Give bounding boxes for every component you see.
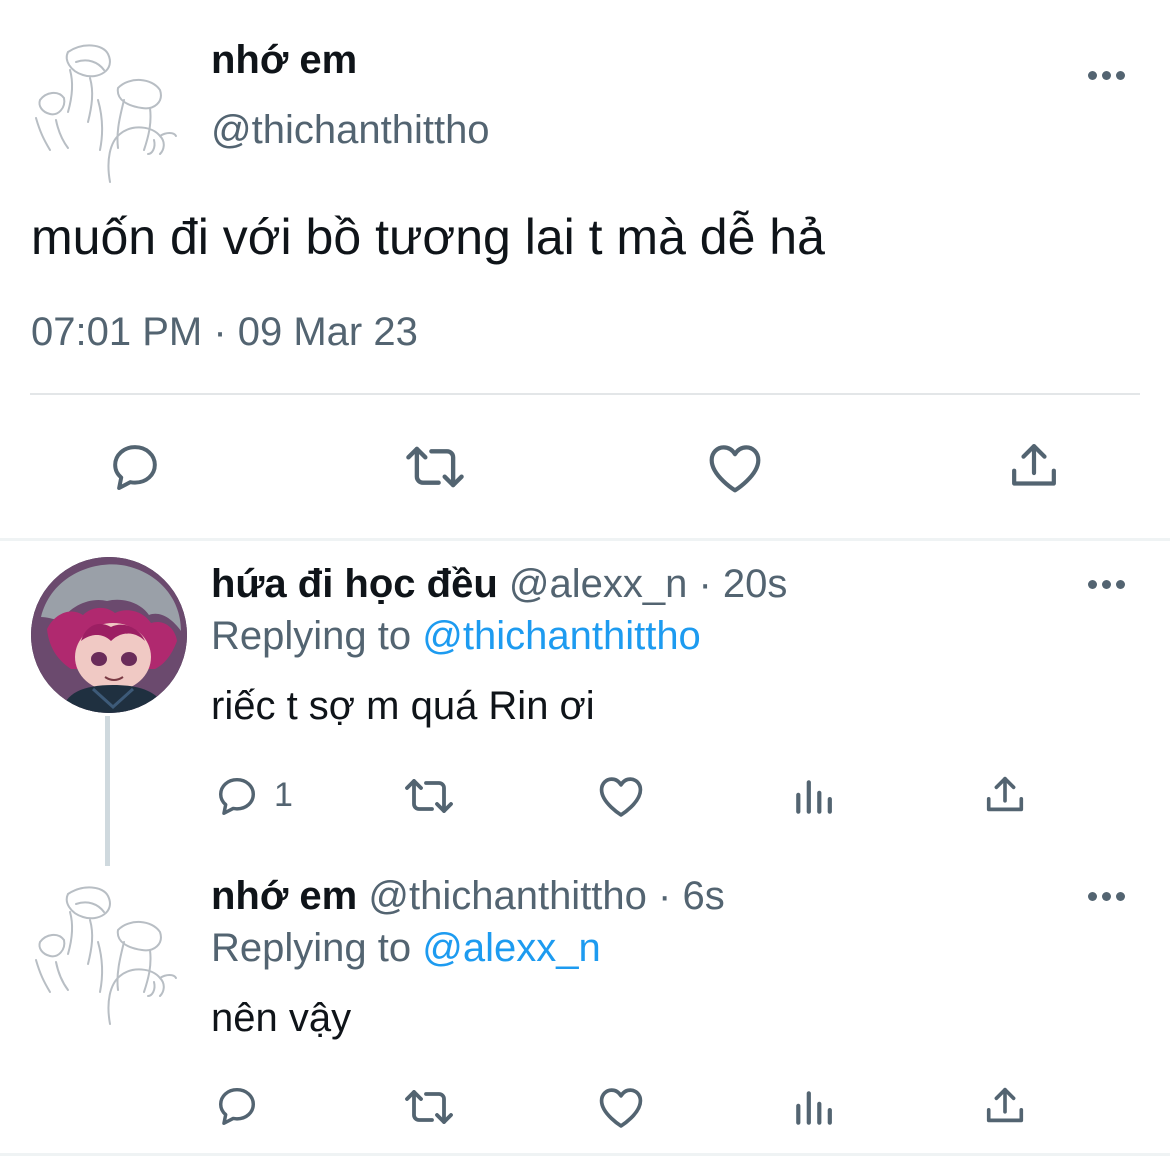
divider <box>30 393 1140 395</box>
reply-icon[interactable] <box>214 773 260 819</box>
like-icon[interactable] <box>596 773 646 818</box>
avatar[interactable] <box>28 882 178 1027</box>
replying-prefix: Replying to <box>211 614 412 658</box>
retweet-icon[interactable] <box>400 1083 458 1131</box>
reply-count: 1 <box>274 776 293 814</box>
thread-line <box>105 716 110 866</box>
retweet-icon[interactable] <box>400 772 458 820</box>
share-icon[interactable] <box>982 772 1028 818</box>
more-icon[interactable] <box>1088 892 1128 904</box>
tweet-timestamp: 07:01 PM · 09 Mar 23 <box>31 310 418 354</box>
reply-text: nên vậy <box>211 996 352 1040</box>
replying-to: Replying to @alexx_n <box>211 926 601 971</box>
more-icon[interactable] <box>1088 71 1128 83</box>
reply-text: riếc t sợ m quá Rin ơi <box>211 684 595 728</box>
avatar[interactable] <box>31 557 187 713</box>
section-divider <box>0 538 1170 541</box>
views-icon[interactable] <box>792 776 834 818</box>
views-icon[interactable] <box>792 1087 834 1129</box>
section-divider <box>0 1153 1170 1156</box>
author-name[interactable]: nhớ em <box>211 38 357 83</box>
reply-icon[interactable] <box>106 439 164 495</box>
avatar[interactable] <box>28 40 178 185</box>
reply-header: hứa đi học đều @alexx_n · 20s <box>211 562 787 607</box>
more-icon[interactable] <box>1088 580 1128 592</box>
replying-to-handle[interactable]: @thichanthittho <box>422 614 701 658</box>
author-handle[interactable]: @thichanthittho <box>368 874 647 918</box>
share-icon[interactable] <box>1006 438 1062 494</box>
author-handle[interactable]: @thichanthittho <box>211 108 490 153</box>
author-name[interactable]: nhớ em <box>211 874 357 918</box>
replying-to-handle[interactable]: @alexx_n <box>422 926 600 970</box>
reply-time[interactable]: · 20s <box>699 562 788 606</box>
reply-icon[interactable] <box>214 1083 260 1129</box>
replying-prefix: Replying to <box>211 926 412 970</box>
author-handle[interactable]: @alexx_n <box>509 562 687 606</box>
share-icon[interactable] <box>982 1083 1028 1129</box>
reply-time[interactable]: · 6s <box>658 874 725 918</box>
tweet-text: muốn đi với bồ tương lai t mà dễ hả <box>31 209 825 265</box>
author-name[interactable]: hứa đi học đều <box>211 562 498 606</box>
like-icon[interactable] <box>705 440 765 494</box>
retweet-icon[interactable] <box>401 438 469 496</box>
reply-header: nhớ em @thichanthittho · 6s <box>211 874 725 919</box>
like-icon[interactable] <box>596 1084 646 1129</box>
replying-to: Replying to @thichanthittho <box>211 614 701 659</box>
